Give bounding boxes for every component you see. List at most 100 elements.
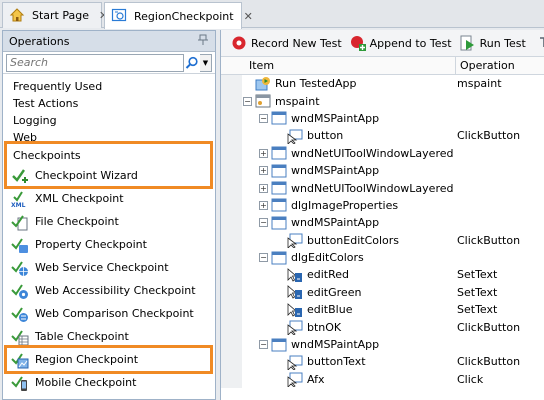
tree-row[interactable]: editBlue SetText [221, 301, 544, 319]
row-gutter [221, 109, 242, 128]
tree-node: Run TestedApp [255, 75, 357, 92]
click-button-icon [287, 128, 303, 145]
operation-region-checkpoint[interactable]: Region Checkpoint [3, 348, 215, 371]
collapse-icon[interactable]: − [259, 253, 268, 263]
operation-file-checkpoint[interactable]: File Checkpoint [3, 210, 215, 233]
row-gutter [221, 92, 242, 110]
tree-row[interactable]: editRed SetText [221, 266, 544, 284]
tree-row[interactable]: − mspaint [221, 92, 544, 110]
mobile-checkpoint-icon [11, 374, 29, 392]
tree-row[interactable]: − wndMSPaintApp [221, 214, 544, 232]
node-label: dlgImageProperties [291, 198, 399, 212]
collapse-icon[interactable]: − [243, 96, 252, 106]
pin-icon[interactable] [197, 34, 209, 49]
window-icon [271, 197, 287, 213]
search-icon[interactable] [184, 54, 200, 72]
window-icon [271, 337, 287, 353]
record-new-test-button[interactable]: Record New Test [231, 35, 342, 51]
category-web[interactable]: Web [3, 129, 215, 141]
expand-icon[interactable]: + [259, 166, 268, 176]
operation-value: ClickButton [457, 233, 521, 247]
row-gutter [221, 266, 242, 284]
operation-checkpoint-wizard[interactable]: Checkpoint Wizard [3, 164, 215, 187]
expand-icon[interactable]: + [259, 148, 268, 158]
tree-row[interactable]: + dlgImageProperties [221, 196, 544, 215]
expand-icon[interactable]: + [259, 183, 268, 193]
node-label: wndMSPaintApp [291, 216, 380, 230]
node-label: wndMSPaintApp [291, 111, 380, 125]
category-frequently-used[interactable]: Frequently Used [3, 78, 215, 95]
operation-web-comparison-checkpoint[interactable]: Web Comparison Checkpoint [3, 302, 215, 325]
region-checkpoint-icon [11, 351, 29, 369]
tree-row[interactable]: + wndMSPaintApp [221, 161, 544, 180]
tree-row[interactable]: button ClickButton [221, 127, 544, 145]
append-to-test-button[interactable]: Append to Test [350, 35, 452, 51]
table-checkpoint-icon [11, 328, 29, 346]
tree-row[interactable]: + wndNetUIToolWindowLayered [221, 144, 544, 162]
operation-label: Web Accessibility Checkpoint [35, 284, 196, 297]
tree-row[interactable]: btnOK ClickButton [221, 318, 544, 337]
click-button-icon [287, 371, 303, 389]
tree-node: btnOK [287, 318, 341, 337]
window-icon [271, 145, 287, 161]
tab-region-checkpoint[interactable]: RegionCheckpoint ✕ [104, 2, 253, 29]
operation-value: ClickButton [457, 320, 521, 334]
window-icon [271, 250, 287, 266]
operation-value: ClickButton [457, 355, 521, 369]
tree-row[interactable]: − wndMSPaintApp [221, 335, 544, 354]
node-label: editBlue [307, 303, 353, 317]
tree-row[interactable]: Afx Click [221, 370, 544, 389]
tab-start-page[interactable]: Start Page ✕ [2, 2, 108, 28]
chevron-down-icon[interactable]: ▼ [200, 53, 212, 72]
collapse-icon[interactable]: − [259, 340, 268, 350]
category-checkpoints[interactable]: Checkpoints [3, 147, 215, 164]
toolbar-label: Record New Test [251, 36, 342, 50]
tree-node: + dlgImageProperties [259, 197, 398, 214]
expand-icon[interactable]: + [259, 200, 268, 210]
click-button-icon [287, 319, 303, 337]
row-gutter [221, 161, 242, 180]
tree-row[interactable]: − dlgEditColors [221, 248, 544, 267]
category-logging[interactable]: Logging [3, 112, 215, 129]
operation-property-checkpoint[interactable]: Property Checkpoint [3, 233, 215, 256]
more-tools-icon[interactable] [538, 35, 544, 51]
row-gutter [221, 335, 242, 354]
tree-node: button [287, 127, 343, 145]
operation-label: Web Service Checkpoint [35, 261, 169, 274]
operation-table-checkpoint[interactable]: Table Checkpoint [3, 325, 215, 348]
tree-node: − dlgEditColors [259, 249, 364, 266]
row-gutter [221, 144, 242, 162]
run-icon [460, 35, 476, 51]
column-item[interactable]: Item [249, 59, 455, 72]
tree-row[interactable]: Run TestedApp mspaint [221, 75, 544, 93]
operation-web-service-checkpoint[interactable]: Web Service Checkpoint [3, 256, 215, 279]
tree-row[interactable]: + wndNetUIToolWindowLayered [221, 179, 544, 197]
row-gutter [221, 179, 242, 197]
node-label: wndNetUIToolWindowLayered [291, 146, 454, 160]
tree-node: buttonText [287, 353, 366, 371]
tree-row[interactable]: editGreen SetText [221, 283, 544, 302]
search-input[interactable] [6, 53, 184, 72]
operation-value: Click [457, 372, 484, 386]
tree-row[interactable]: buttonText ClickButton [221, 353, 544, 371]
column-operation[interactable]: Operation [455, 56, 515, 75]
collapse-icon[interactable]: − [259, 218, 268, 228]
category-test-actions[interactable]: Test Actions [3, 95, 215, 112]
tree-row[interactable]: − wndMSPaintApp [221, 109, 544, 128]
collapse-icon[interactable]: − [259, 113, 268, 123]
node-label: Run TestedApp [275, 77, 357, 91]
tree-row[interactable]: buttonEditColors ClickButton [221, 231, 544, 250]
row-gutter [221, 196, 242, 215]
operations-panel: Operations ▼ Frequently Used Test Action… [2, 30, 216, 400]
operation-web-accessibility-checkpoint[interactable]: Web Accessibility Checkpoint [3, 279, 215, 302]
row-gutter [221, 75, 242, 93]
operation-value: mspaint [457, 77, 502, 91]
editor-toolbar: Record New Test Append to Test Run Test [221, 30, 544, 57]
node-label: dlgEditColors [291, 251, 364, 265]
operation-mobile-checkpoint[interactable]: Mobile Checkpoint [3, 371, 215, 394]
close-icon[interactable]: ✕ [244, 10, 253, 23]
operation-value: SetText [457, 285, 498, 299]
run-test-button[interactable]: Run Test [460, 35, 526, 51]
operation-xml-checkpoint[interactable]: XML XML Checkpoint [3, 187, 215, 210]
operation-value: ClickButton [457, 129, 521, 143]
